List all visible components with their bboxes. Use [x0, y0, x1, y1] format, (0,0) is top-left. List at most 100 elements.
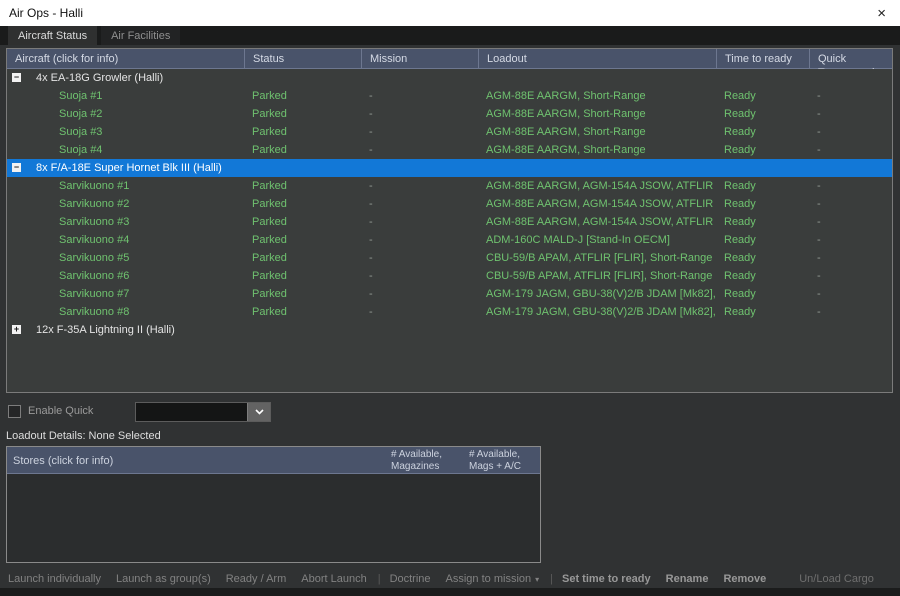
- cell-aircraft-name: Sarvikuono #2: [7, 195, 244, 213]
- cell-mission: -: [361, 231, 478, 249]
- quick-turnaround-controls: Enable Quick: [0, 402, 900, 422]
- doctrine-button[interactable]: Doctrine: [390, 568, 431, 590]
- cell-status: Parked: [244, 87, 361, 105]
- stores-column-stores-click-for-info: Stores (click for info): [7, 447, 385, 473]
- cell-loadout: AGM-179 JAGM, GBU-38(V)2/B JDAM [Mk82], …: [478, 303, 716, 321]
- enable-quick-label: Enable Quick: [28, 405, 93, 417]
- stores-table-body: [7, 474, 540, 562]
- column-header-quick-turnaround: Quick Turnaround: [809, 49, 892, 69]
- cell-aircraft-name: Suoja #1: [7, 87, 244, 105]
- cell-loadout: AGM-179 JAGM, GBU-38(V)2/B JDAM [Mk82], …: [478, 285, 716, 303]
- stores-column-available-mags-a-c: # Available, Mags + A/C: [463, 447, 540, 473]
- aircraft-row[interactable]: Sarvikuono #7Parked-AGM-179 JAGM, GBU-38…: [7, 285, 892, 303]
- cell-aircraft-name: Sarvikuono #1: [7, 177, 244, 195]
- bottom-strip: [0, 588, 900, 596]
- aircraft-row[interactable]: Sarvikuono #3Parked-AGM-88E AARGM, AGM-1…: [7, 213, 892, 231]
- rename-button[interactable]: Rename: [666, 568, 709, 590]
- dropdown-arrow-icon: ▾: [535, 575, 539, 584]
- cell-time-to-ready: Ready: [716, 105, 809, 123]
- cell-time-to-ready: Ready: [716, 249, 809, 267]
- set-time-to-ready-button[interactable]: Set time to ready: [562, 568, 651, 590]
- cell-aircraft-name: Sarvikuono #8: [7, 303, 244, 321]
- cell-time-to-ready: Ready: [716, 285, 809, 303]
- group-label: 4x EA-18G Growler (Halli): [36, 72, 163, 84]
- tab-aircraft-status[interactable]: Aircraft Status: [8, 26, 97, 45]
- aircraft-row[interactable]: Suoja #3Parked-AGM-88E AARGM, Short-Rang…: [7, 123, 892, 141]
- aircraft-rows: −4x EA-18G Growler (Halli)Suoja #1Parked…: [7, 69, 892, 339]
- expand-icon[interactable]: +: [12, 325, 21, 334]
- stores-table: Stores (click for info)# Available, Maga…: [6, 446, 541, 563]
- cell-status: Parked: [244, 231, 361, 249]
- aircraft-row[interactable]: Sarvikuono #8Parked-AGM-179 JAGM, GBU-38…: [7, 303, 892, 321]
- aircraft-row[interactable]: Suoja #1Parked-AGM-88E AARGM, Short-Rang…: [7, 87, 892, 105]
- cell-time-to-ready: Ready: [716, 303, 809, 321]
- column-header-time-to-ready: Time to ready: [716, 49, 809, 69]
- cell-quick: -: [809, 285, 892, 303]
- stores-column-available-magazines: # Available, Magazines: [385, 447, 463, 473]
- launch-individually-button[interactable]: Launch individually: [8, 568, 101, 590]
- column-header-loadout: Loadout: [478, 49, 716, 69]
- aircraft-row[interactable]: Sarvikuono #4Parked-ADM-160C MALD-J [Sta…: [7, 231, 892, 249]
- air-ops-window: Air Ops - Halli × Aircraft StatusAir Fac…: [0, 0, 900, 596]
- group-label: 12x F-35A Lightning II (Halli): [36, 324, 175, 336]
- collapse-icon[interactable]: −: [12, 163, 21, 172]
- cell-quick: -: [809, 87, 892, 105]
- quick-turnaround-dropdown[interactable]: [135, 402, 271, 422]
- cell-aircraft-name: Suoja #2: [7, 105, 244, 123]
- cell-loadout: AGM-88E AARGM, Short-Range: [478, 105, 716, 123]
- cell-time-to-ready: Ready: [716, 123, 809, 141]
- cell-quick: -: [809, 249, 892, 267]
- aircraft-row[interactable]: Sarvikuono #5Parked-CBU-59/B APAM, ATFLI…: [7, 249, 892, 267]
- cell-loadout: ADM-160C MALD-J [Stand-In OECM]: [478, 231, 716, 249]
- footer-separator: |: [550, 568, 553, 590]
- abort-launch-button[interactable]: Abort Launch: [301, 568, 366, 590]
- cell-status: Parked: [244, 177, 361, 195]
- cell-status: Parked: [244, 285, 361, 303]
- remove-button[interactable]: Remove: [723, 568, 766, 590]
- cell-status: Parked: [244, 123, 361, 141]
- enable-quick-checkbox[interactable]: [8, 405, 21, 418]
- cell-loadout: AGM-88E AARGM, Short-Range: [478, 141, 716, 159]
- loadout-details-label: Loadout Details: None Selected: [6, 430, 161, 442]
- cell-status: Parked: [244, 213, 361, 231]
- cell-aircraft-name: Sarvikuono #5: [7, 249, 244, 267]
- chevron-down-icon[interactable]: [247, 403, 270, 421]
- cell-time-to-ready: Ready: [716, 87, 809, 105]
- window-title: Air Ops - Halli: [0, 6, 83, 20]
- cell-loadout: AGM-88E AARGM, Short-Range: [478, 123, 716, 141]
- cell-mission: -: [361, 213, 478, 231]
- tab-air-facilities[interactable]: Air Facilities: [101, 26, 180, 45]
- cell-mission: -: [361, 195, 478, 213]
- cell-quick: -: [809, 177, 892, 195]
- cell-status: Parked: [244, 267, 361, 285]
- aircraft-group-row[interactable]: − 4x EA-18G Growler (Halli): [7, 69, 892, 87]
- cell-time-to-ready: Ready: [716, 195, 809, 213]
- close-icon[interactable]: ×: [863, 5, 900, 22]
- collapse-icon[interactable]: −: [12, 73, 21, 82]
- cell-time-to-ready: Ready: [716, 213, 809, 231]
- un-load-cargo-button[interactable]: Un/Load Cargo: [799, 568, 874, 590]
- aircraft-row[interactable]: Suoja #2Parked-AGM-88E AARGM, Short-Rang…: [7, 105, 892, 123]
- cell-time-to-ready: Ready: [716, 267, 809, 285]
- cell-mission: -: [361, 87, 478, 105]
- cell-mission: -: [361, 177, 478, 195]
- aircraft-group-row[interactable]: −8x F/A-18E Super Hornet Blk III (Halli): [7, 159, 892, 177]
- cell-quick: -: [809, 123, 892, 141]
- footer-separator: |: [378, 568, 381, 590]
- cell-status: Parked: [244, 141, 361, 159]
- cell-time-to-ready: Ready: [716, 231, 809, 249]
- cell-time-to-ready: Ready: [716, 141, 809, 159]
- launch-as-group-s-button[interactable]: Launch as group(s): [116, 568, 211, 590]
- cell-status: Parked: [244, 105, 361, 123]
- aircraft-group-row[interactable]: +12x F-35A Lightning II (Halli): [7, 321, 892, 339]
- ready-arm-button[interactable]: Ready / Arm: [226, 568, 287, 590]
- aircraft-row[interactable]: Sarvikuono #1Parked-AGM-88E AARGM, AGM-1…: [7, 177, 892, 195]
- cell-quick: -: [809, 141, 892, 159]
- aircraft-row[interactable]: Suoja #4Parked-AGM-88E AARGM, Short-Rang…: [7, 141, 892, 159]
- aircraft-table: Aircraft (click for info)StatusMissionLo…: [6, 48, 893, 393]
- aircraft-row[interactable]: Sarvikuono #6Parked-CBU-59/B APAM, ATFLI…: [7, 267, 892, 285]
- cell-loadout: AGM-88E AARGM, Short-Range: [478, 87, 716, 105]
- aircraft-row[interactable]: Sarvikuono #2Parked-AGM-88E AARGM, AGM-1…: [7, 195, 892, 213]
- cell-quick: -: [809, 303, 892, 321]
- cell-mission: -: [361, 249, 478, 267]
